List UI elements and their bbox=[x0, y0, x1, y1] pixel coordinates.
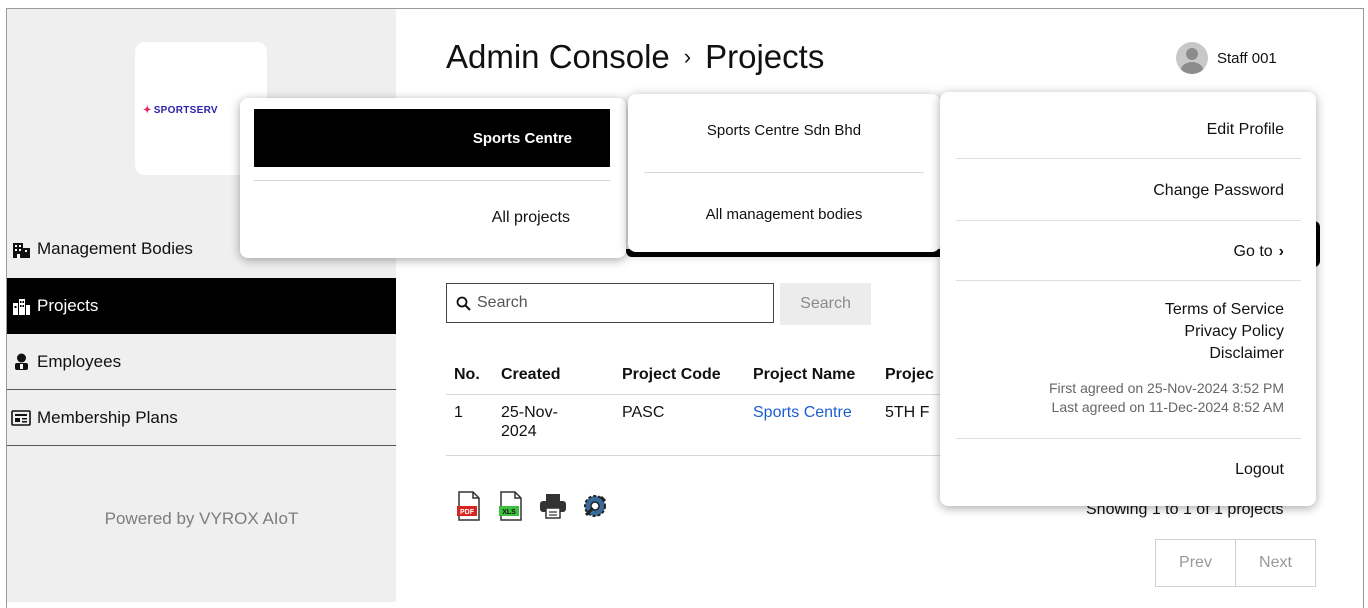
logo-wordmark: ✦ SPORTSERV bbox=[143, 105, 218, 116]
column-header-no: No. bbox=[454, 366, 480, 383]
cell-created: 25-Nov- 2024 bbox=[501, 404, 558, 440]
column-header-project[interactable]: Projec bbox=[885, 366, 934, 384]
table-header-divider bbox=[446, 394, 940, 395]
prev-button[interactable]: Prev bbox=[1155, 539, 1236, 587]
svg-text:PDF: PDF bbox=[460, 509, 475, 516]
project-menu: Sports Centre All projects bbox=[240, 98, 626, 258]
building-icon bbox=[11, 239, 31, 259]
person-icon bbox=[11, 352, 31, 372]
sidebar-item-label: Employees bbox=[37, 351, 122, 371]
settings-icon[interactable] bbox=[581, 491, 609, 521]
cell-no: 1 bbox=[454, 404, 463, 421]
search-placeholder: Search bbox=[477, 294, 528, 311]
user-menu-toggle[interactable]: Staff 001 bbox=[1176, 42, 1277, 74]
user-menu-divider bbox=[956, 280, 1301, 281]
last-agreed-text: Last agreed on 11-Dec-2024 8:52 AM bbox=[1051, 399, 1284, 415]
user-menu-divider bbox=[956, 220, 1301, 221]
card-icon bbox=[11, 408, 31, 428]
project-menu-all[interactable]: All projects bbox=[254, 209, 570, 227]
printer-icon[interactable] bbox=[539, 491, 567, 521]
body-menu-selected[interactable]: Sports Centre Sdn Bhd bbox=[628, 122, 940, 139]
column-header-project-name[interactable]: Project Name bbox=[753, 366, 855, 384]
change-password-item[interactable]: Change Password bbox=[1153, 182, 1284, 200]
user-menu: Edit Profile Change Password Go to › Term… bbox=[940, 92, 1316, 506]
cell-project: 5TH F bbox=[885, 404, 930, 421]
page-title: Projects bbox=[705, 38, 825, 75]
sidebar-item-label: Projects bbox=[37, 296, 99, 315]
powered-by: Powered by VYROX AIoT bbox=[104, 509, 299, 528]
search-input[interactable]: Search bbox=[446, 283, 774, 323]
column-header-created[interactable]: Created bbox=[501, 366, 561, 384]
edit-profile-item[interactable]: Edit Profile bbox=[1207, 121, 1284, 139]
search-icon bbox=[456, 296, 471, 311]
svg-text:XLS: XLS bbox=[502, 509, 516, 516]
sidebar-item-employees[interactable]: Employees bbox=[7, 334, 396, 390]
user-name: Staff 001 bbox=[1217, 49, 1277, 67]
sidebar-item-label: Management Bodies bbox=[37, 239, 193, 258]
chevron-right-icon: › bbox=[1278, 243, 1284, 260]
privacy-link[interactable]: Privacy Policy bbox=[1184, 323, 1284, 341]
disclaimer-link[interactable]: Disclaimer bbox=[1209, 345, 1284, 363]
sidebar-item-label: Membership Plans bbox=[37, 407, 178, 427]
column-header-project-code[interactable]: Project Code bbox=[622, 366, 721, 384]
pdf-icon[interactable]: PDF bbox=[455, 491, 483, 521]
project-menu-divider bbox=[254, 180, 610, 181]
user-menu-divider bbox=[956, 438, 1301, 439]
table-row-divider bbox=[446, 455, 940, 456]
sidebar-item-projects[interactable]: Projects bbox=[7, 278, 396, 334]
body-menu-all[interactable]: All management bodies bbox=[628, 206, 940, 223]
logout-item[interactable]: Logout bbox=[1235, 461, 1284, 479]
search-button[interactable]: Search bbox=[780, 283, 871, 325]
cell-project-name-link[interactable]: Sports Centre bbox=[753, 403, 852, 422]
sidebar-item-membership-plans[interactable]: Membership Plans bbox=[7, 390, 396, 446]
next-button[interactable]: Next bbox=[1236, 539, 1316, 587]
cell-project-code: PASC bbox=[622, 404, 665, 421]
breadcrumb-separator: › bbox=[683, 44, 692, 69]
management-body-menu: Sports Centre Sdn Bhd All management bod… bbox=[628, 94, 940, 252]
project-menu-selected[interactable]: Sports Centre bbox=[254, 109, 610, 167]
xls-icon[interactable]: XLS bbox=[497, 491, 525, 521]
user-menu-divider bbox=[956, 158, 1301, 159]
terms-link[interactable]: Terms of Service bbox=[1165, 301, 1284, 319]
breadcrumb: Admin Console › Projects bbox=[446, 38, 824, 76]
breadcrumb-root[interactable]: Admin Console bbox=[446, 38, 670, 75]
avatar bbox=[1176, 42, 1208, 74]
first-agreed-text: First agreed on 25-Nov-2024 3:52 PM bbox=[1048, 380, 1284, 396]
body-menu-divider bbox=[644, 172, 924, 173]
go-to-item[interactable]: Go to › bbox=[1234, 243, 1284, 261]
pagination: Prev Next bbox=[1155, 539, 1316, 587]
export-toolbar: PDF XLS bbox=[455, 491, 609, 521]
city-icon bbox=[11, 296, 31, 316]
logo-mark-icon: ✦ bbox=[143, 105, 152, 116]
